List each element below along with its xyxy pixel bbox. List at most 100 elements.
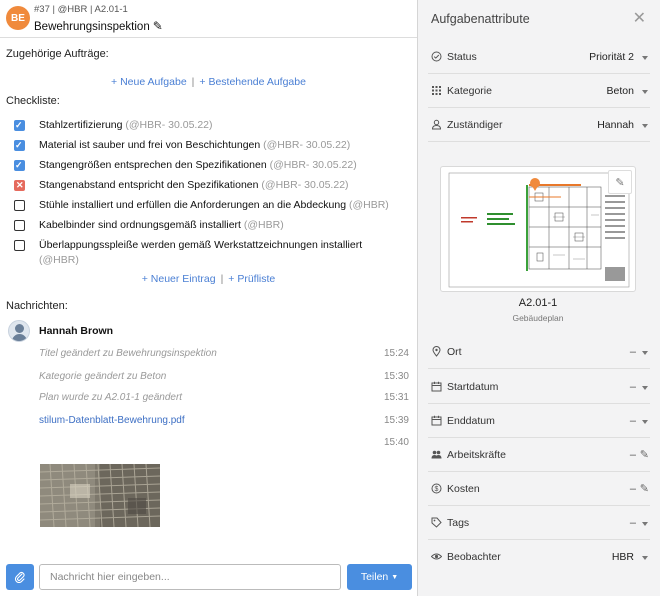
assignee-row[interactable]: Zuständiger Hannah [428, 108, 650, 142]
watchers-row[interactable]: Beobachter HBR [428, 540, 650, 574]
pencil-icon: ✎ [615, 176, 625, 189]
checkbox-checked[interactable] [14, 138, 25, 153]
assignee-label: Zuständiger [447, 119, 503, 131]
location-label: Ort [447, 346, 462, 358]
share-button[interactable]: Teilen ▼ [347, 564, 412, 590]
grid-icon [431, 85, 442, 96]
message-entry: stilum-Datenblatt-Bewehrung.pdf 15:39 [39, 415, 409, 426]
author-avatar [8, 320, 30, 342]
edit-pencil-icon[interactable]: ✎ [153, 19, 163, 33]
calendar-icon [431, 381, 442, 392]
message-text: Titel geändert zu Bewehrungsinspektion [39, 348, 217, 359]
message-input[interactable] [39, 564, 341, 590]
workers-row[interactable]: Arbeitskräfte – ✎ [428, 438, 650, 472]
costs-value: – [629, 483, 636, 495]
checkbox-checked[interactable] [14, 158, 25, 173]
checklist-item-text: Stangengrößen entsprechen den Spezifikat… [39, 159, 357, 171]
person-icon [431, 119, 442, 130]
caret-down-icon [642, 124, 648, 128]
location-pin-icon [431, 346, 442, 357]
checkbox-empty[interactable] [14, 240, 25, 251]
checkbox-failed[interactable] [14, 178, 25, 193]
caret-down-icon [642, 351, 648, 355]
link-separator: | [191, 76, 195, 88]
task-header: BE #37 | @HBR | A2.01-1 Bewehrungsinspek… [0, 0, 417, 38]
end-date-label: Enddatum [447, 415, 495, 427]
message-time: 15:39 [383, 415, 409, 426]
checkbox-empty[interactable] [14, 220, 25, 231]
task-title-text: Bewehrungsinspektion [34, 21, 150, 33]
checklist-item-text: Stühle installiert und erfüllen die Anfo… [39, 199, 389, 211]
task-detail-panel: BE #37 | @HBR | A2.01-1 Bewehrungsinspek… [0, 0, 417, 596]
messages-label: Nachrichten: [6, 300, 68, 312]
task-meta: #37 | @HBR | A2.01-1 [34, 4, 128, 15]
task-title[interactable]: Bewehrungsinspektion ✎ [34, 19, 163, 33]
link-separator: | [220, 273, 224, 285]
close-icon[interactable]: ✕ [633, 8, 646, 28]
panel-title: Aufgabenattribute [431, 12, 530, 26]
attachment-link[interactable]: stilum-Datenblatt-Bewehrung.pdf [39, 415, 185, 426]
attached-photo[interactable] [40, 464, 160, 527]
status-check-icon [431, 51, 442, 62]
svg-text:$: $ [435, 486, 439, 493]
assignee-value: Hannah [597, 119, 634, 131]
caret-down-icon [642, 420, 648, 424]
share-button-label: Teilen [360, 571, 389, 583]
caret-down-icon: ▼ [391, 573, 399, 581]
status-row[interactable]: Status Priorität 2 [428, 40, 650, 74]
new-task-link[interactable]: + Neue Aufgabe [111, 76, 187, 88]
workers-label: Arbeitskräfte [447, 449, 506, 461]
watchers-value: HBR [611, 551, 634, 563]
tags-value: – [629, 517, 636, 529]
message-text: Kategorie geändert zu Beton [39, 371, 167, 382]
message-time: 15:31 [383, 392, 409, 403]
checkbox-empty[interactable] [14, 200, 25, 211]
status-label: Status [447, 51, 477, 63]
checklist-label: Checkliste: [6, 95, 60, 107]
caret-down-icon [642, 386, 648, 390]
tags-label: Tags [447, 517, 470, 529]
add-checklist-link[interactable]: + Prüfliste [228, 273, 275, 285]
dollar-icon: $ [431, 483, 442, 494]
tags-row[interactable]: Tags – [428, 506, 650, 540]
costs-row[interactable]: $ Kosten – ✎ [428, 472, 650, 506]
checklist-item-text: Material ist sauber und frei von Beschic… [39, 139, 351, 151]
message-entry: Kategorie geändert zu Beton 15:30 [39, 371, 409, 382]
checkbox-checked[interactable] [14, 118, 25, 133]
costs-label: Kosten [447, 483, 480, 495]
message-text: Plan wurde zu A2.01-1 geändert [39, 392, 183, 403]
checklist-item-text: Überlappungsspleiße werden gemäß Werksta… [39, 239, 363, 266]
eye-icon [430, 551, 443, 562]
end-date-value: – [629, 415, 636, 427]
checklist-item-text: Stangenabstand entspricht den Spezifikat… [39, 179, 349, 191]
workers-value: – [629, 449, 636, 461]
plan-thumbnail[interactable]: ✎ [440, 166, 636, 292]
edit-pencil-icon[interactable]: ✎ [640, 482, 649, 495]
message-time: 15:40 [383, 437, 409, 448]
start-date-row[interactable]: Startdatum – [428, 370, 650, 404]
category-value: Beton [606, 85, 634, 97]
checklist-item-text: Kabelbinder sind ordnungsgemäß installie… [39, 219, 284, 231]
category-row[interactable]: Kategorie Beton [428, 74, 650, 108]
edit-plan-button[interactable]: ✎ [608, 170, 632, 194]
new-entry-link[interactable]: + Neuer Eintrag [142, 273, 216, 285]
caret-down-icon [642, 90, 648, 94]
attach-button[interactable] [6, 564, 34, 590]
location-row[interactable]: Ort – [428, 335, 650, 369]
caret-down-icon [642, 56, 648, 60]
plan-type: Gebäudeplan [512, 313, 564, 323]
message-time: 15:30 [383, 371, 409, 382]
related-task-links: + Neue Aufgabe | + Bestehende Aufgabe [0, 76, 417, 88]
paperclip-icon [14, 571, 25, 583]
existing-task-link[interactable]: + Bestehende Aufgabe [199, 76, 306, 88]
edit-pencil-icon[interactable]: ✎ [640, 448, 649, 461]
category-label: Kategorie [447, 85, 492, 97]
location-value: – [629, 346, 636, 358]
people-icon [431, 449, 442, 460]
start-date-label: Startdatum [447, 381, 499, 393]
checklist-item-text: Stahlzertifizierung (@HBR- 30.05.22) [39, 119, 213, 131]
message-time: 15:24 [383, 348, 409, 359]
task-avatar: BE [6, 6, 30, 30]
caret-down-icon [642, 522, 648, 526]
end-date-row[interactable]: Enddatum – [428, 404, 650, 438]
